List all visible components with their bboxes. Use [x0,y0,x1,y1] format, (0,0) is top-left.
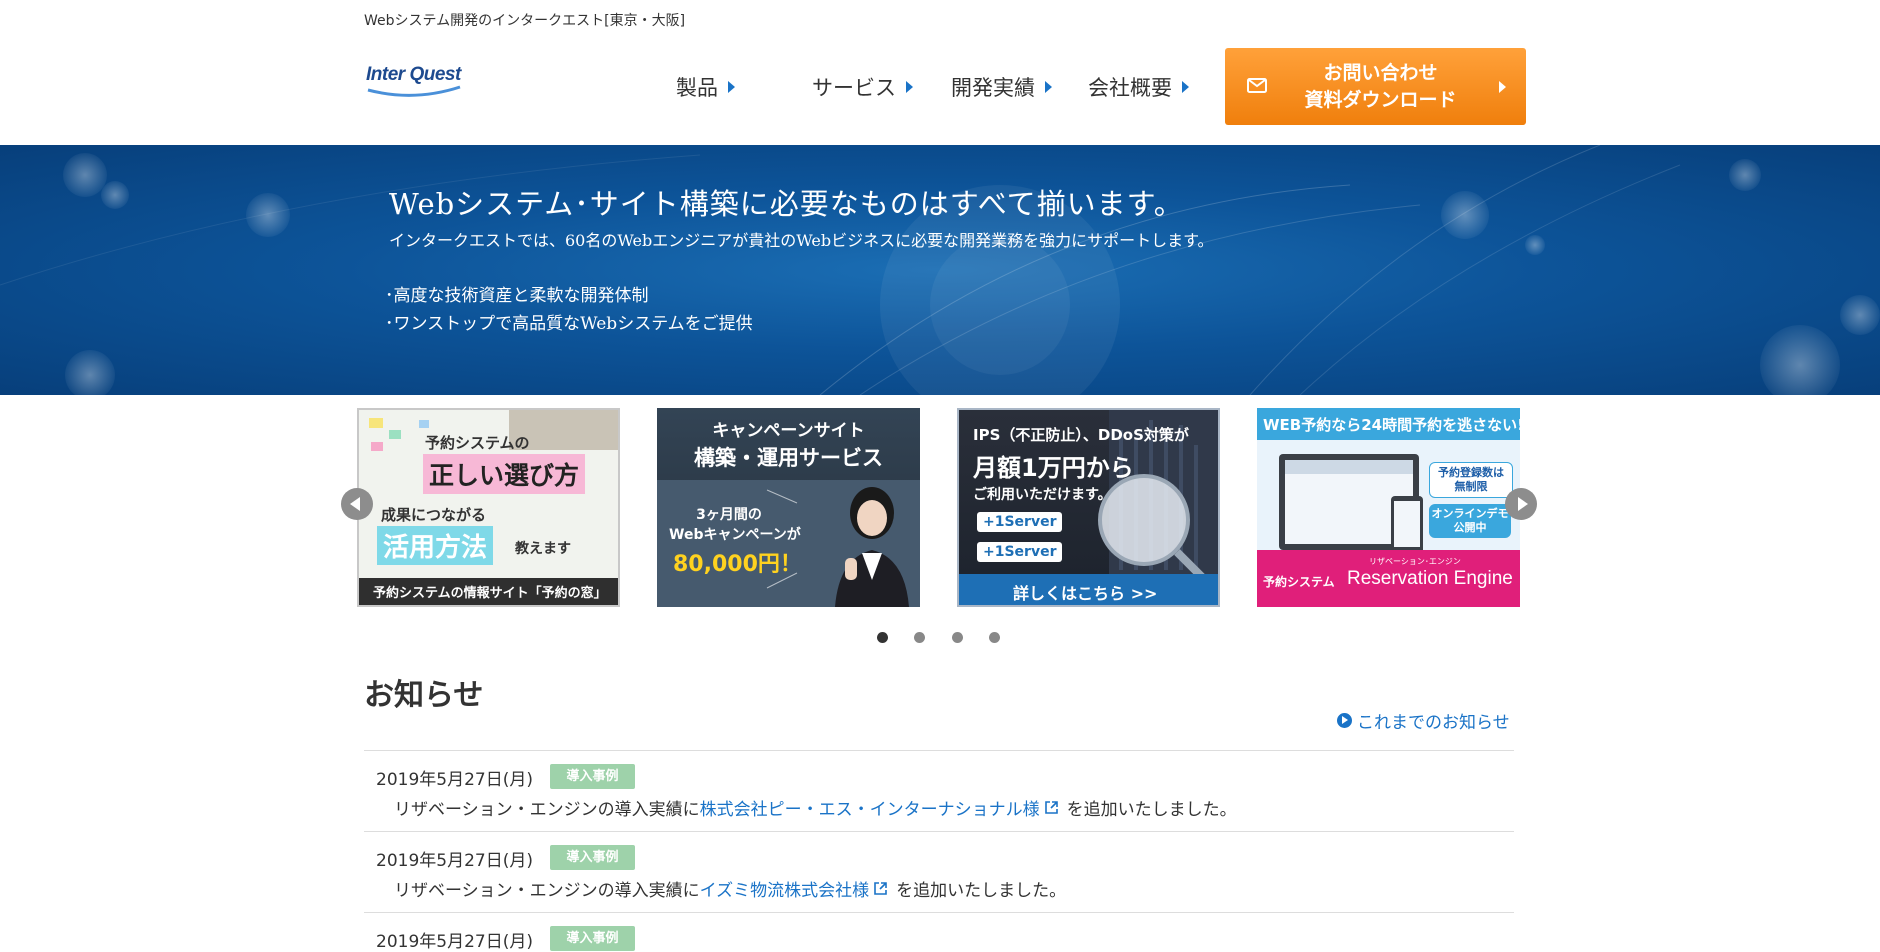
nav-services[interactable]: サービス [812,72,913,102]
news-text-suffix: を追加いたしました。 [896,881,1067,901]
chevron-right-icon [1182,81,1189,93]
news-item-body: リザベーション・エンジンの導入実績に 株式会社ピー・エス・インターナショナル様 … [394,795,1237,820]
nav-services-label: サービス [812,76,896,100]
slide1-line4: 活用方法 [377,526,494,565]
nav-achievements[interactable]: 開発実績 [951,72,1052,102]
carousel-slide-reservation-guide[interactable]: 予約システムの 正しい選び方 成果につながる 活用方法 教えます 予約システムの… [357,408,620,607]
mail-icon [1247,78,1267,93]
hero-description: インタークエストでは、60名のWebエンジニアが貴社のWebビジネスに必要な開発… [389,231,1214,250]
slide2-line3: 3ヶ月間の [696,507,762,523]
carousel-dot-4[interactable] [989,632,1000,643]
contact-line1: お問い合わせ [1323,62,1438,84]
nav-products-label: 製品 [676,76,718,100]
slide4-bubble1b: 無制限 [1454,480,1488,493]
news-category-badge: 導入事例 [550,926,635,951]
news-item-body: リザベーション・エンジンの導入実績に イズミ物流株式会社様 を追加いたしました。 [394,876,1066,901]
news-text-prefix: リザベーション・エンジンの導入実績に [394,800,700,820]
news-date: 2019年5月27日(月) [376,851,533,871]
contact-download-button[interactable]: お問い合わせ 資料ダウンロード [1225,48,1526,125]
hero-title: Webシステム･サイト構築に必要なものはすべて揃います。 [389,187,1184,221]
news-archive-label: これまでのお知らせ [1357,713,1510,733]
circle-arrow-right-icon [1337,713,1352,728]
news-divider [364,750,1514,751]
slide1-line3: 成果につながる [381,506,487,524]
carousel-slide-ips-ddos[interactable]: IPS（不正防止）、DDoS対策が 月額1万円から ご利用いただけます。 +1S… [957,408,1220,607]
logo-swoosh-icon [367,85,461,97]
news-client-link[interactable]: 株式会社ピー・エス・インターナショナル様 [700,795,1040,820]
slide1-line2: 正しい選び方 [423,454,586,494]
slide1-line1: 予約システムの [425,434,530,452]
hero-bullet: ･高度な技術資産と柔軟な開発体制 [385,286,649,306]
logo-text: Inter Quest [366,64,461,85]
slide3-line2: 月額1万円から [973,454,1134,482]
slide4-bubble1a: 予約登録数は [1438,466,1504,479]
slide1-line5: 教えます [515,541,571,557]
slide2-line2: 構築・運用サービス [694,446,883,470]
nav-company[interactable]: 会社概要 [1088,72,1189,102]
nav-achievements-label: 開発実績 [951,76,1035,100]
hero-banner: Webシステム･サイト構築に必要なものはすべて揃います。 インタークエストでは、… [0,145,1880,395]
nav-company-label: 会社概要 [1088,76,1172,100]
slide4-bubble-unlimited: 予約登録数は 無制限 [1429,462,1513,498]
slide1-footer: 予約システムの情報サイト「予約の窓」 [373,586,607,601]
external-link-icon [874,882,887,895]
contact-line2: 資料ダウンロード [1304,89,1457,111]
chevron-right-icon [1499,81,1506,93]
slide2-line4: Webキャンペーンが [669,527,801,543]
carousel-dot-2[interactable] [914,632,925,643]
news-category-badge: 導入事例 [550,845,635,870]
interquest-logo[interactable]: Inter Quest [366,62,462,102]
chevron-right-icon [728,81,735,93]
chevron-right-icon [1045,81,1052,93]
site-tagline: Webシステム開発のインタークエスト[東京・大阪] [364,13,686,29]
carousel-dot-1[interactable] [877,632,888,643]
news-divider [364,831,1514,832]
slide4-bubble2b: 公開中 [1453,521,1487,534]
chevron-right-icon [906,81,913,93]
news-divider [364,912,1514,913]
carousel-slide-campaign-site[interactable]: キャンペーンサイト 構築・運用サービス 3ヶ月間の Webキャンペーンが 80,… [657,408,920,607]
slide4-footer-brand: Reservation Engine [1347,568,1513,589]
hero-bullet: ･ワンストップで高品質なWebシステムをご提供 [385,314,753,334]
news-heading: お知らせ [364,678,484,713]
carousel-dot-3[interactable] [952,632,963,643]
news-text-prefix: リザベーション・エンジンの導入実績に [394,881,700,901]
news-date: 2019年5月27日(月) [376,932,533,952]
slide4-bubble-demo: オンラインデモ 公開中 [1429,504,1511,538]
slide3-line1: IPS（不正防止）、DDoS対策が [973,426,1189,444]
slide3-badge1: +1Server [977,512,1063,532]
news-category-badge: 導入事例 [550,764,635,789]
slide4-footer-sub: リザベーション･エンジン [1369,557,1461,566]
slide4-footer-left: 予約システム [1263,575,1335,589]
slide3-line3: ご利用いただけます。 [973,487,1112,503]
slide2-line5: 80,000円！ [673,552,802,577]
slide3-badge2: +1Server [977,542,1063,562]
slide2-line1: キャンペーンサイト [712,421,865,441]
news-text-suffix: を追加いたしました。 [1066,800,1237,820]
slide3-cta: 詳しくはこちら >> [1013,584,1158,603]
slide4-bubble2a: オンラインデモ [1431,507,1509,520]
nav-products[interactable]: 製品 [676,72,735,102]
news-client-link[interactable]: イズミ物流株式会社様 [700,876,870,901]
external-link-icon [1044,801,1058,814]
slide4-line1: WEB予約なら24時間予約を逃さない! [1263,416,1520,434]
carousel-prev-button[interactable] [341,488,373,520]
carousel-slide-reservation-engine[interactable]: WEB予約なら24時間予約を逃さない! 予約登録数は 無制限 オンラインデモ 公… [1257,408,1520,607]
news-date: 2019年5月27日(月) [376,770,533,790]
news-archive-link[interactable]: これまでのお知らせ [1337,708,1510,733]
carousel-next-button[interactable] [1505,488,1537,520]
